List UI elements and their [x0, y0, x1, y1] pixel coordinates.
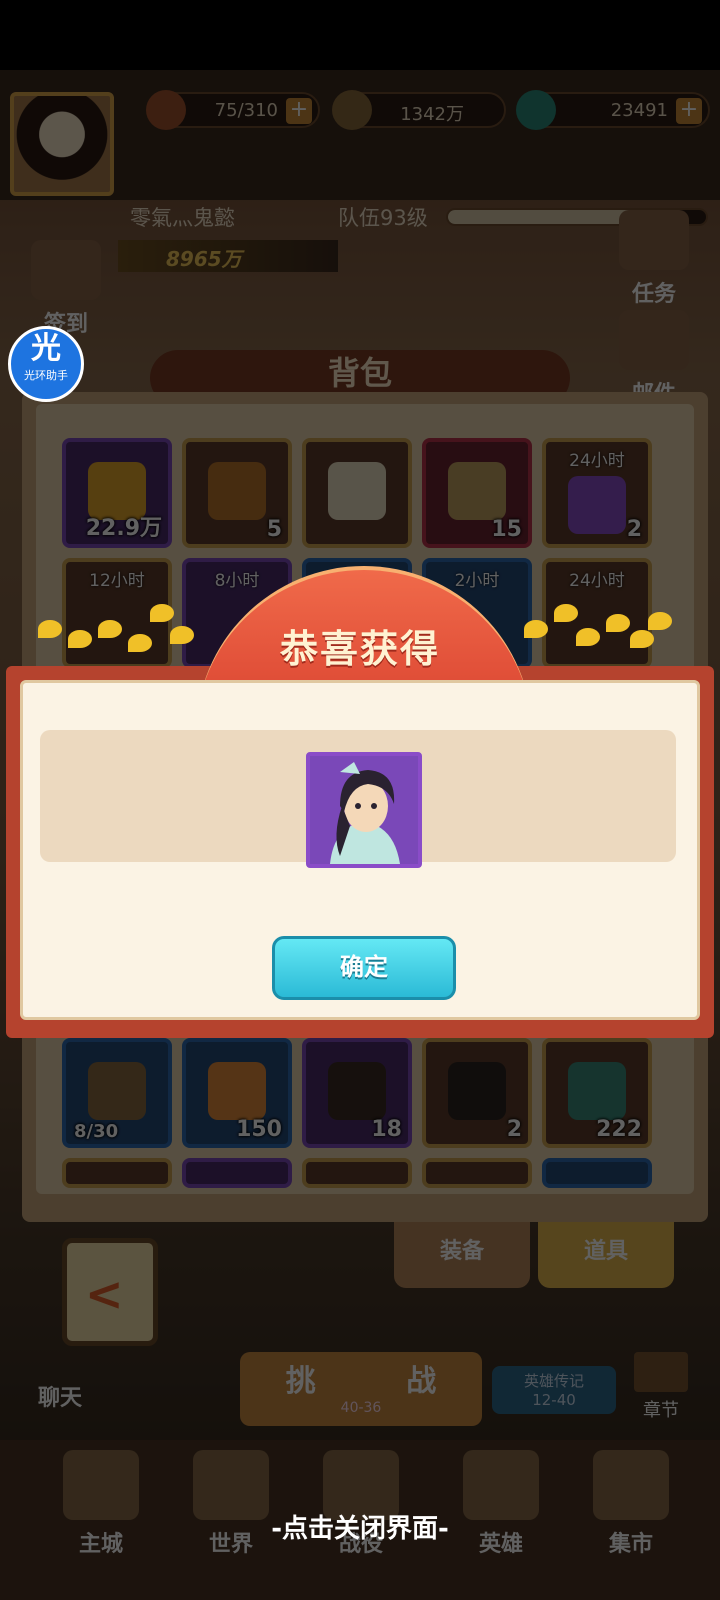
coupon-icon: [328, 462, 386, 520]
item-count: 22.9万: [85, 516, 162, 541]
reward-hero-portrait[interactable]: [306, 752, 422, 868]
jade-chest-icon: [568, 1062, 626, 1120]
tasks-label: 任务: [631, 282, 676, 307]
stamina-counter: 75/310 +: [146, 90, 320, 130]
modal-title: 恭喜获得: [279, 627, 440, 671]
item-slot[interactable]: [62, 1158, 172, 1188]
player-avatar[interactable]: [10, 92, 114, 196]
item-count: 18: [371, 1117, 402, 1142]
confirm-button[interactable]: 确定: [272, 936, 456, 1000]
item-slot[interactable]: 18: [302, 1038, 412, 1148]
stamina-icon: [146, 90, 186, 130]
item-timer-tag: 24小时: [569, 451, 625, 471]
assistant-label: 光环助手: [24, 369, 68, 382]
book-icon: [634, 1352, 688, 1392]
tasks-button[interactable]: 任务: [606, 210, 702, 308]
item-count: 8/30: [74, 1121, 119, 1142]
team-level: 队伍93级: [338, 206, 428, 230]
item-slot[interactable]: 8/30: [62, 1038, 172, 1148]
item-slot[interactable]: [182, 1158, 292, 1188]
item-slot[interactable]: 24小时 2: [542, 438, 652, 548]
item-slot[interactable]: [302, 438, 412, 548]
chat-button[interactable]: 聊天: [38, 1380, 82, 1412]
tab-equipment[interactable]: 装备: [394, 1222, 530, 1288]
item-count: 15: [491, 517, 522, 542]
chevron-left-icon: <: [85, 1267, 124, 1321]
gem-counter: 23491 +: [516, 90, 710, 130]
item-slot[interactable]: 22.9万: [62, 438, 172, 548]
puzzle-icon: [88, 1062, 146, 1120]
hero-portrait-icon: [310, 756, 418, 864]
challenge-button[interactable]: 挑 战 40-36: [240, 1352, 482, 1426]
combat-power-value: 8965万: [166, 247, 242, 271]
item-timer-tag: 24小时: [569, 571, 625, 591]
coin-icon: [332, 90, 372, 130]
hero-legend-stage: 12-40: [532, 1391, 576, 1409]
backpack-title: 背包: [327, 354, 392, 392]
item-slot[interactable]: 222: [542, 1038, 652, 1148]
item-slot[interactable]: 2: [422, 1038, 532, 1148]
assistant-icon: 光: [31, 331, 61, 366]
item-slot[interactable]: [542, 1158, 652, 1188]
sign-in-icon: [31, 240, 101, 300]
item-slot[interactable]: [302, 1158, 412, 1188]
challenge-label: 挑 战: [285, 1364, 477, 1399]
item-slot[interactable]: 150: [182, 1038, 292, 1148]
item-timer-tag: 8小时: [214, 571, 260, 591]
tasks-icon: [619, 210, 689, 270]
stamina-value: 75/310: [214, 100, 278, 121]
close-hint[interactable]: -点击关闭界面-: [0, 1508, 720, 1545]
item-count: 2: [506, 1117, 522, 1142]
sign-in-button[interactable]: 签到: [18, 240, 114, 338]
back-button[interactable]: <: [62, 1238, 158, 1346]
add-stamina-button[interactable]: +: [286, 98, 312, 124]
item-count: 2: [626, 517, 642, 542]
add-gem-button[interactable]: +: [676, 98, 702, 124]
gem-icon: [516, 90, 556, 130]
item-slot[interactable]: [422, 1158, 532, 1188]
item-count: 5: [266, 517, 282, 542]
player-name: 零氣灬鬼懿: [130, 206, 235, 230]
food-box-icon: [328, 1062, 386, 1120]
food-plate-icon: [208, 1062, 266, 1120]
treasure-chest-icon: [568, 476, 626, 534]
coin-counter: 1342万: [332, 90, 506, 130]
coin-value: 1342万: [400, 104, 464, 125]
hero-legend-label: 英雄传记: [523, 1372, 584, 1390]
bagua-icon: [448, 462, 506, 520]
gem-value: 23491: [610, 100, 668, 121]
item-slot[interactable]: 15: [422, 438, 532, 548]
item-count: 222: [596, 1117, 642, 1142]
challenge-stage: 40-36: [340, 1400, 382, 1416]
combat-power: 8965万: [118, 240, 338, 272]
chapter-label: 章节: [643, 1400, 679, 1421]
item-slot[interactable]: 5: [182, 438, 292, 548]
envelope-icon: [208, 462, 266, 520]
chapter-button[interactable]: 章节: [628, 1352, 694, 1422]
item-count: 150: [236, 1117, 282, 1142]
assistant-badge[interactable]: 光 光环助手: [8, 326, 84, 402]
hero-legend-button[interactable]: 英雄传记 12-40: [492, 1366, 616, 1414]
tab-items[interactable]: 道具: [538, 1222, 674, 1288]
food-crate-icon: [448, 1062, 506, 1120]
item-timer-tag: 12小时: [89, 571, 145, 591]
top-status-bar: 75/310 + 1342万 23491 +: [0, 70, 720, 200]
